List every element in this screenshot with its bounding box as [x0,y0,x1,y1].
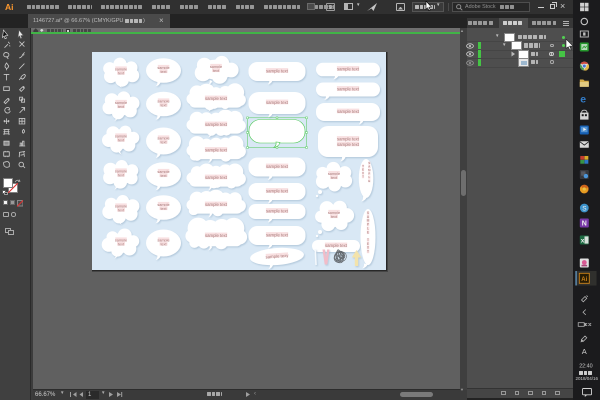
svg-text:sample text: sample text [266,233,289,238]
svg-text:text: text [160,207,167,211]
svg-text:e: e [580,94,586,106]
svg-text:sample text: sample text [205,233,228,238]
svg-text:text: text [160,174,167,178]
svg-text:text: text [331,176,338,180]
svg-text:sample text: sample text [266,164,289,169]
svg-text:sample text: sample text [337,142,360,147]
svg-text:N: N [582,221,587,228]
svg-text:text: text [160,104,167,108]
svg-text:sample text: sample text [266,189,289,194]
svg-text:T: T [362,175,364,179]
svg-text:text: text [118,72,125,76]
svg-text:sample text: sample text [205,122,228,127]
svg-text:A: A [582,347,587,356]
svg-text:22:40: 22:40 [579,364,593,370]
svg-text:text: text [118,174,125,178]
svg-text:sample text: sample text [205,175,228,180]
svg-text:text: text [160,141,167,145]
svg-text:sample text: sample text [337,109,360,114]
svg-text:S: S [582,205,587,212]
svg-text:E: E [368,179,370,183]
svg-text:text: text [118,243,125,247]
svg-text:sample text: sample text [266,69,289,74]
svg-text:sample text: sample text [337,87,360,92]
svg-text:sample text: sample text [205,96,228,101]
svg-text:sample text: sample text [325,243,348,248]
svg-text:text: text [118,139,125,143]
svg-text:sample text: sample text [205,148,228,153]
svg-text:sample text: sample text [205,202,228,207]
svg-text:sample text: sample text [266,100,289,105]
svg-text:sample text: sample text [266,209,289,214]
svg-text:sample text: sample text [337,137,360,142]
svg-text:text: text [331,215,338,219]
svg-text:text: text [118,105,125,109]
svg-text:text: text [160,70,167,74]
svg-text:T: T [367,250,369,254]
svg-text:x: x [581,238,585,245]
svg-text:sample text: sample text [337,67,360,72]
svg-text:text: text [118,209,125,213]
svg-text:Ai: Ai [581,277,587,283]
svg-text:text: text [213,69,220,73]
svg-text:text: text [160,243,167,247]
